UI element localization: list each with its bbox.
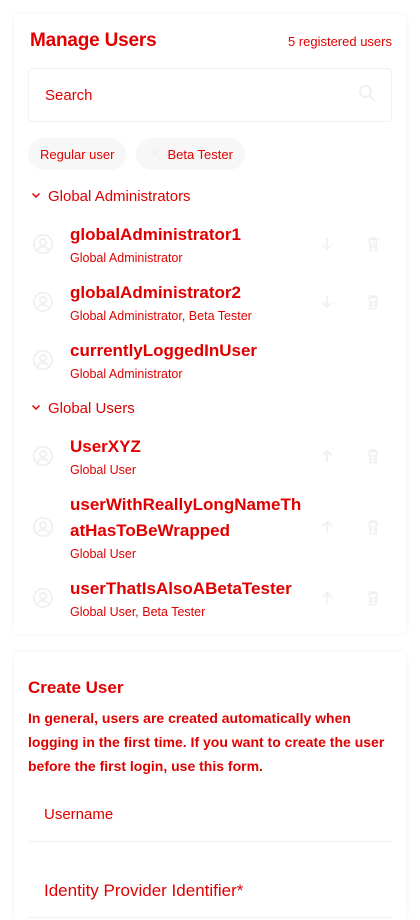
user-info: globalAdministrator1 Global Administrato… (70, 222, 314, 266)
identifier-field-wrapper (28, 864, 392, 918)
user-role: Global User (70, 547, 136, 561)
user-actions (314, 585, 386, 611)
search-box (28, 68, 392, 122)
group-header-global-users[interactable]: Global Users (30, 400, 135, 417)
delete-trash-icon[interactable] (360, 289, 386, 315)
user-role: Global Administrator, Beta Tester (70, 309, 252, 323)
user-name-line-1: userWithReallyLongNameTh (70, 495, 302, 514)
list-item: userWithReallyLongNameTh atHasToBeWrapped… (28, 492, 392, 562)
search-input[interactable] (45, 86, 357, 104)
delete-trash-icon[interactable] (360, 514, 386, 540)
group-title: Global Users (48, 400, 135, 417)
user-count: 5 registered users (287, 34, 392, 49)
promote-arrow-up-icon[interactable] (314, 585, 340, 611)
username-input[interactable] (44, 806, 392, 823)
demote-arrow-down-icon[interactable] (314, 231, 340, 257)
filter-chip-beta-tester[interactable]: Beta Tester (136, 138, 245, 170)
user-role: Global Administrator (70, 251, 183, 265)
user-actions (314, 514, 386, 540)
user-name: globalAdministrator2 (70, 283, 241, 302)
create-user-title: Create User (28, 678, 124, 697)
create-user-description: In general, users are created automatica… (28, 710, 385, 774)
delete-trash-icon[interactable] (360, 231, 386, 257)
user-role: Global Administrator (70, 367, 183, 381)
user-role: Global User (70, 463, 136, 477)
list-item: globalAdministrator1 Global Administrato… (28, 222, 392, 266)
group-title: Global Administrators (48, 188, 191, 205)
account-circle-icon (32, 445, 54, 467)
user-role: Global User, Beta Tester (70, 605, 206, 619)
user-name: currentlyLoggedInUser (70, 341, 258, 360)
chevron-down-icon (30, 400, 42, 417)
account-circle-icon (32, 516, 54, 538)
user-info: userThatIsAlsoABetaTester Global User, B… (70, 576, 314, 620)
user-name: globalAdministrator1 (70, 225, 241, 244)
list-item: currentlyLoggedInUser Global Administrat… (28, 338, 392, 382)
user-info: UserXYZ Global User (70, 434, 314, 478)
create-user-card: Create User In general, users are create… (14, 652, 406, 920)
person-icon (148, 146, 162, 163)
manage-users-card: Manage Users 5 registered users Regular … (14, 14, 406, 634)
list-item: userThatIsAlsoABetaTester Global User, B… (28, 576, 392, 620)
user-name-line-2: atHasToBeWrapped (70, 521, 230, 540)
filter-chips: Regular user Beta Tester (28, 138, 245, 170)
page-title: Manage Users (30, 30, 157, 51)
user-actions (314, 231, 386, 257)
account-circle-icon (32, 233, 54, 255)
user-info: currentlyLoggedInUser Global Administrat… (70, 338, 392, 382)
user-name: userWithReallyLongNameTh atHasToBeWrapped (70, 492, 314, 544)
identity-provider-identifier-input[interactable] (44, 880, 392, 901)
username-field-wrapper (28, 788, 392, 842)
account-circle-icon (32, 587, 54, 609)
demote-arrow-down-icon[interactable] (314, 289, 340, 315)
promote-arrow-up-icon[interactable] (314, 443, 340, 469)
group-header-global-administrators[interactable]: Global Administrators (30, 188, 191, 205)
user-name: UserXYZ (70, 437, 141, 456)
user-info: globalAdministrator2 Global Administrato… (70, 280, 314, 324)
account-circle-icon (32, 349, 54, 371)
user-name: userThatIsAlsoABetaTester (70, 579, 292, 598)
chevron-down-icon (30, 188, 42, 205)
search-icon[interactable] (357, 83, 377, 108)
filter-chip-regular-user[interactable]: Regular user (28, 138, 127, 170)
filter-chip-label: Regular user (40, 146, 115, 162)
user-actions (314, 289, 386, 315)
user-info: userWithReallyLongNameTh atHasToBeWrapped… (70, 492, 314, 562)
delete-trash-icon[interactable] (360, 585, 386, 611)
list-item: UserXYZ Global User (28, 434, 392, 478)
promote-arrow-up-icon[interactable] (314, 514, 340, 540)
card-header: Manage Users 5 registered users (30, 30, 392, 52)
delete-trash-icon[interactable] (360, 443, 386, 469)
account-circle-icon (32, 291, 54, 313)
filter-chip-label: Beta Tester (167, 146, 233, 162)
user-actions (314, 443, 386, 469)
list-item: globalAdministrator2 Global Administrato… (28, 280, 392, 324)
